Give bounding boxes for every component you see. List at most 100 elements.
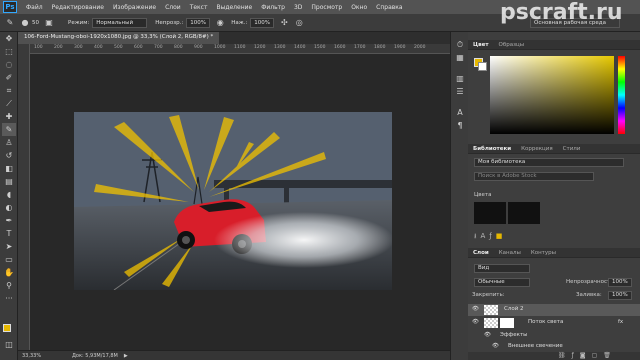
pen-tool-icon[interactable]: ✒ [2,214,16,227]
dodge-tool-icon[interactable]: ◐ [2,201,16,214]
tab-color[interactable]: Цвет [468,42,494,48]
menu-file[interactable]: Файл [26,4,43,11]
hand-tool-icon[interactable]: ✋ [2,266,16,279]
tab-styles[interactable]: Стили [558,146,586,152]
foreground-color-swatch[interactable] [3,324,11,332]
eraser-tool-icon[interactable]: ◧ [2,162,16,175]
stock-search-input[interactable]: Поиск в Adobe Stock [474,172,594,181]
brush-panel-icon[interactable]: ▣ [44,18,54,28]
quick-select-tool-icon[interactable]: ✐ [2,71,16,84]
add-mask-icon[interactable]: ◙ [580,352,592,359]
blur-tool-icon[interactable]: ◖ [2,188,16,201]
layer-row[interactable]: 👁 Поток света fx [468,317,640,329]
brush-tool-icon[interactable]: ✎ [5,18,15,28]
menu-help[interactable]: Справка [376,4,402,11]
layer-opacity-field[interactable]: 100% [608,278,632,287]
brush-tool-icon[interactable]: ✎ [2,123,16,136]
color-field[interactable] [490,56,614,134]
layer-name[interactable]: Слой 2 [504,306,524,312]
more-tools-icon[interactable]: ··· [2,292,16,305]
tab-channels[interactable]: Каналы [494,250,526,256]
visibility-eye-icon[interactable]: 👁 [492,343,499,349]
library-color-swatch[interactable] [508,202,540,224]
properties-panel-icon[interactable]: ▦ [453,51,467,64]
mode-select[interactable]: Нормальный [92,17,148,28]
menu-type[interactable]: Текст [190,4,208,11]
visibility-eye-icon[interactable]: 👁 [472,306,479,312]
paragraph-panel-icon[interactable]: ¶ [453,119,467,132]
brush-preset-icon[interactable]: ● [20,18,30,28]
add-color-icon[interactable]: ■ [496,232,507,240]
brush-size-value: 50 [32,19,39,26]
pressure-opacity-icon[interactable]: ◉ [215,18,225,28]
history-panel-icon[interactable]: ⏱ [453,38,467,51]
opacity-field[interactable]: 100% [186,17,211,28]
marquee-tool-icon[interactable]: ⬚ [2,45,16,58]
zoom-level[interactable]: 33,33% [22,353,62,359]
document-tab[interactable]: 106-Ford-Mustang-oboi-1920x1080.jpg @ 33… [18,32,220,44]
layer-name[interactable]: Поток света [528,319,563,325]
tab-libraries[interactable]: Библиотеки [468,146,516,152]
type-tool-icon[interactable]: T [2,227,16,240]
clone-stamp-tool-icon[interactable]: ♙ [2,136,16,149]
move-tool-icon[interactable]: ✥ [2,32,16,45]
ruler-tick: 1900 [394,45,406,50]
bg-color-swatch[interactable] [478,62,487,71]
menu-edit[interactable]: Редактирование [52,4,104,11]
layer-filter-select[interactable]: Вид [474,264,530,273]
ruler-tick: 500 [114,45,123,50]
status-arrow-icon[interactable]: ▶ [124,353,128,359]
menu-image[interactable]: Изображение [113,4,156,11]
pressure-label: Наж.: [231,19,248,26]
zoom-tool-icon[interactable]: ⚲ [2,279,16,292]
menu-window[interactable]: Окно [351,4,367,11]
link-layers-icon[interactable]: ⛓ [558,352,572,359]
library-color-swatch[interactable] [474,202,506,224]
rectangle-tool-icon[interactable]: ▭ [2,253,16,266]
menu-layers[interactable]: Слои [165,4,181,11]
menu-select[interactable]: Выделение [216,4,252,11]
path-select-tool-icon[interactable]: ➤ [2,240,16,253]
crop-tool-icon[interactable]: ⌗ [2,84,16,97]
layer-fill-field[interactable]: 100% [608,291,632,300]
ruler-tick: 1600 [334,45,346,50]
library-select[interactable]: Моя библиотека [474,158,624,167]
hue-slider[interactable] [618,56,625,134]
layers-footer: ⛓ƒ◙▢🗑 [468,352,640,360]
libraries-panel-tabs: Библиотеки Коррекция Стили [468,144,640,154]
pressure-field[interactable]: 100% [250,17,275,28]
history-brush-tool-icon[interactable]: ↺ [2,149,16,162]
swatches-panel-icon[interactable]: ▥ [453,72,467,85]
quick-mask-icon[interactable]: ◫ [2,338,16,351]
ruler-tick: 1200 [254,45,266,50]
menu-3d[interactable]: 3D [294,4,302,11]
tab-paths[interactable]: Контуры [526,250,561,256]
layer-row[interactable]: 👁 Слой 2 [468,304,640,316]
layer-mask-thumbnail [500,318,514,328]
tab-adjustments[interactable]: Коррекция [516,146,558,152]
delete-layer-icon[interactable]: 🗑 [603,352,617,359]
tab-layers[interactable]: Слои [468,250,494,256]
eyedropper-tool-icon[interactable]: ⟋ [2,97,16,110]
add-style-icon[interactable]: ƒ [572,352,580,359]
lasso-tool-icon[interactable]: ◌ [2,58,16,71]
brush-presets-icon[interactable]: ☰ [453,85,467,98]
tab-swatches[interactable]: Образцы [494,42,530,48]
visibility-eye-icon[interactable]: 👁 [484,332,491,338]
character-panel-icon[interactable]: A [453,106,467,119]
airbrush-icon[interactable]: ✣ [279,18,289,28]
visibility-eye-icon[interactable]: 👁 [472,319,479,325]
new-layer-icon[interactable]: ▢ [592,352,604,359]
pressure-size-icon[interactable]: ◎ [294,18,304,28]
ruler-tick: 1100 [234,45,246,50]
ruler-tick: 600 [134,45,143,50]
lock-label: Закрепить: [472,292,505,298]
menu-filter[interactable]: Фильтр [261,4,285,11]
menu-view[interactable]: Просмотр [311,4,342,11]
text-style-icon[interactable]: A [480,232,489,240]
gradient-tool-icon[interactable]: ▤ [2,175,16,188]
document-image[interactable] [74,112,392,290]
blend-mode-select[interactable]: Обычные [474,278,530,287]
layer-fx-badge[interactable]: fx [618,319,623,325]
healing-brush-tool-icon[interactable]: ✚ [2,110,16,123]
